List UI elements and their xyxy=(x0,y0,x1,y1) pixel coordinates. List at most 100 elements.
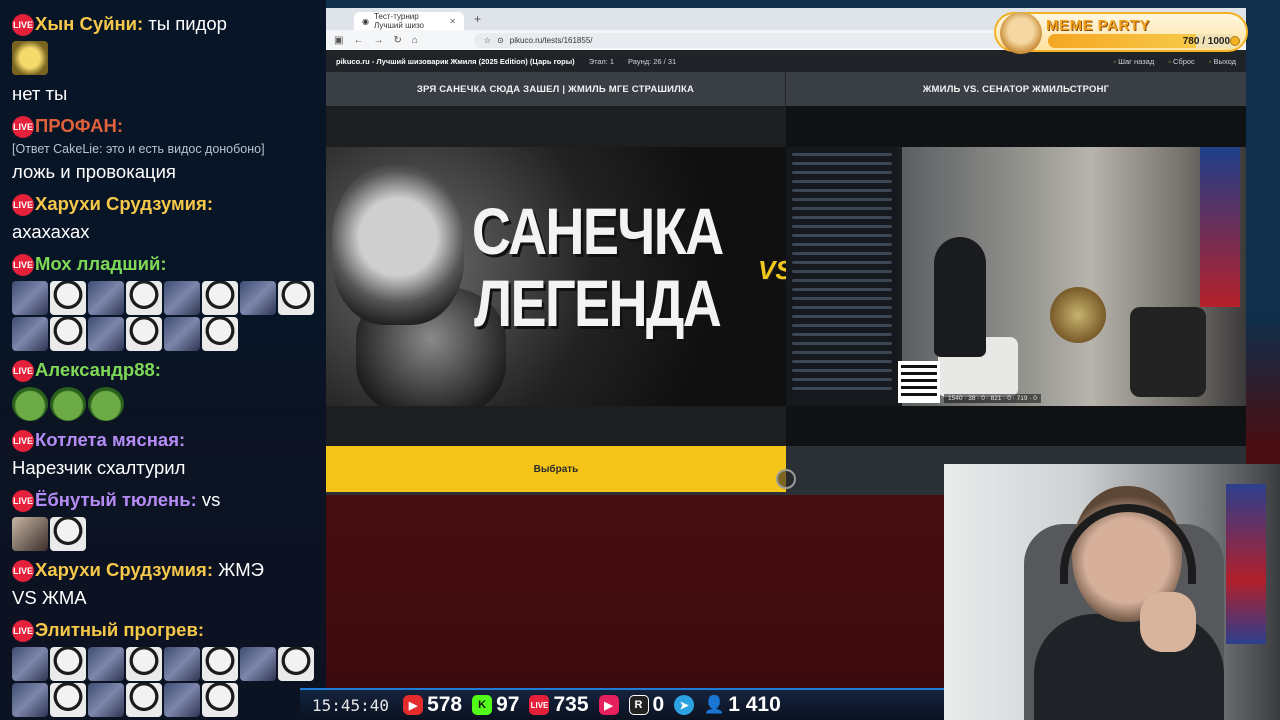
chat-text: ахахахах xyxy=(12,221,90,242)
stream-chat-preview xyxy=(786,147,898,406)
viewer-stats-bar: 15:45:40 ▶ 578 K 97 LIVE 735 ▶ R0 ➤ 👤 1 410 xyxy=(300,688,944,720)
forward-icon[interactable]: → xyxy=(373,35,383,46)
pepe-emote-icon xyxy=(50,387,86,421)
chat-username[interactable]: Мох лладший: xyxy=(35,253,167,274)
left-video-thumbnail[interactable]: САНЕЧКА ЛЕГЕНДА VS xyxy=(326,147,786,406)
streamer-hand xyxy=(1140,592,1196,652)
right-video-thumbnail[interactable]: 1540 · 38 · 0 · 821 · 0 · 719 · 0 xyxy=(786,147,1246,406)
youtube-count: 578 xyxy=(427,693,463,716)
blur-emote-icon xyxy=(12,647,48,681)
chat-text: VS ЖМА xyxy=(12,587,87,608)
doge-icon xyxy=(1000,12,1042,54)
meme-party-title: MEME PARTY xyxy=(1046,17,1150,34)
chat-message: LIVE Мох лладший: xyxy=(12,250,320,352)
right-option-pane[interactable]: 1540 · 38 · 0 · 821 · 0 · 719 · 0 xyxy=(786,106,1246,446)
flag xyxy=(1200,147,1240,307)
chat-text: нет ты xyxy=(12,83,68,104)
chat-username[interactable]: Александр88: xyxy=(35,359,161,380)
clock: 15:45:40 xyxy=(312,695,390,715)
ghost-emote-icon xyxy=(126,647,162,681)
gold-emote-icon xyxy=(12,41,48,75)
chat-text: Нарезчик схалтурил xyxy=(12,457,186,478)
ghost-emote-icon xyxy=(126,317,162,351)
lock-icon: ⊙ xyxy=(497,35,504,45)
meme-progress-count: 780 / 1000 xyxy=(1182,36,1230,47)
step-back-link[interactable]: Шаг назад xyxy=(1113,57,1154,66)
thumbnail-face xyxy=(332,165,464,325)
live-badge-icon: LIVE xyxy=(12,560,34,583)
pepe-emote-icon xyxy=(88,387,124,421)
site-title: pikuco.ru - Лучший шизоварик Жмиля (2025… xyxy=(336,56,575,66)
chat-message: LIVE Ёбнутый тюлень: vs xyxy=(12,486,320,552)
live-badge-icon: LIVE xyxy=(12,254,34,277)
stream-stats-line: 1540 · 38 · 0 · 821 · 0 · 719 · 0 xyxy=(944,394,1041,403)
blur-emote-icon xyxy=(240,647,276,681)
thumbnail-title: САНЕЧКА ЛЕГЕНДА xyxy=(466,195,728,339)
home-icon[interactable]: ⌂ xyxy=(412,35,418,46)
left-option-title: ЗРЯ САНЕЧКА СЮДА ЗАШЕЛ | ЖМИЛЬ МГЕ СТРАШ… xyxy=(326,72,786,106)
chat-username[interactable]: Харухи Срудзумия: xyxy=(35,193,213,214)
chat-reply-quote: [Ответ CakeLie: это и есть видос донобон… xyxy=(12,142,265,156)
bookmark-icon[interactable]: ☆ xyxy=(484,36,491,45)
room-scene xyxy=(902,147,1246,406)
mouse-cursor-icon xyxy=(776,469,796,489)
chat-overlay: LIVE Хын Суйни: ты пидор нет ты LIVE ПРОФАН… xyxy=(0,0,326,720)
blur-emote-icon xyxy=(12,683,48,717)
ghost-emote-icon xyxy=(50,281,86,315)
chat-message: LIVE Элитный прогрев: xyxy=(12,616,320,718)
chat-username[interactable]: ПРОФАН: xyxy=(35,115,123,136)
total-viewers: 1 410 xyxy=(728,693,781,716)
telegram-icon: ➤ xyxy=(674,695,695,715)
ghost-emote-icon xyxy=(126,683,162,717)
chat-message: LIVE Александр88: xyxy=(12,356,320,422)
rutube-icon: R xyxy=(628,695,649,715)
pepe-emote-icon xyxy=(12,387,48,421)
chat-username[interactable]: Ёбнутый тюлень: xyxy=(35,489,197,510)
blur-emote-icon xyxy=(12,317,48,351)
new-tab-icon[interactable]: + xyxy=(474,12,481,26)
thumbnail-line-2: ЛЕГЕНДА xyxy=(474,266,722,340)
live-badge-icon: LIVE xyxy=(12,430,34,453)
ghost-emote-icon xyxy=(278,281,314,315)
chat-text: ложь и провокация xyxy=(12,161,176,182)
chat-message: LIVE ПРОФАН: [Ответ CakeLie: это и есть ви… xyxy=(12,112,320,186)
right-option-title: ЖМИЛЬ VS. СЕНАТОР ЖМИЛЬСТРОНГ xyxy=(922,83,1110,95)
round-label: Раунд: 26 / 31 xyxy=(627,56,677,66)
live-badge-icon: LIVE xyxy=(12,490,34,513)
blur-emote-icon xyxy=(164,647,200,681)
blur-emote-icon xyxy=(164,317,200,351)
chat-text: ЖМЭ xyxy=(218,559,264,580)
chat-message: LIVE Харухи Срудзумия: ЖМЭ VS ЖМА xyxy=(12,556,320,612)
browser-tab[interactable]: ◉ Тест-турнир Лучший шизо ✕ xyxy=(354,12,464,30)
exit-link[interactable]: Выход xyxy=(1209,57,1236,66)
globe xyxy=(1050,287,1106,343)
reset-link[interactable]: Сброс xyxy=(1168,57,1195,66)
vk-live-icon: LIVE xyxy=(529,695,550,715)
live-badge-icon: LIVE xyxy=(12,116,34,139)
seated-person xyxy=(934,237,986,357)
chat-message: LIVE Харухи Срудзумия: ахахахах xyxy=(12,190,320,246)
reload-icon[interactable]: ↻ xyxy=(393,35,401,46)
chat-username[interactable]: Котлета мясная: xyxy=(35,429,185,450)
back-icon[interactable]: ← xyxy=(353,35,363,46)
streamer-webcam xyxy=(944,464,1280,720)
close-tab-icon[interactable]: ✕ xyxy=(449,17,456,26)
sidebar-toggle-icon[interactable]: ▣ xyxy=(334,35,343,46)
vs-badge: VS xyxy=(758,255,786,285)
youtube-icon: ▶ xyxy=(403,695,424,715)
webcam-flag xyxy=(1226,484,1266,644)
chat-message: LIVE Хын Суйни: ты пидор xyxy=(12,10,320,76)
chat-username[interactable]: Хын Суйни: xyxy=(35,13,143,34)
live-badge-icon: LIVE xyxy=(12,620,34,643)
matchup-titles: ЗРЯ САНЕЧКА СЮДА ЗАШЕЛ | ЖМИЛЬ МГЕ СТРАШ… xyxy=(326,72,1246,106)
chat-username[interactable]: Элитный прогрев: xyxy=(35,619,204,640)
blur-emote-icon xyxy=(88,317,124,351)
live-badge-icon: LIVE xyxy=(12,360,34,383)
choose-left-button[interactable]: Выбрать xyxy=(326,446,786,492)
ghost-emote-icon xyxy=(50,317,86,351)
left-option-pane[interactable]: САНЕЧКА ЛЕГЕНДА VS xyxy=(326,106,786,446)
chat-message: LIVE Котлета мясная: Нарезчик схалтурил xyxy=(12,426,320,482)
tab-favicon-icon: ◉ xyxy=(362,16,369,26)
blur-emote-icon xyxy=(88,281,124,315)
chat-username[interactable]: Харухи Срудзумия: xyxy=(35,559,213,580)
